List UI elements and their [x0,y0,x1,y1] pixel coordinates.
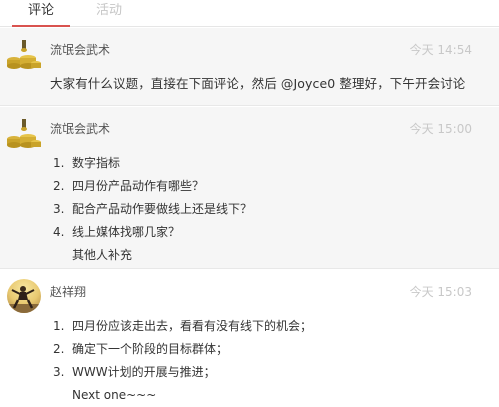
comment-item: 赵祥翔 今天 15:03 1. 四月份应该走出去，看看有没有线下的机会； 2. 确定… [0,270,499,407]
list-number: 1. [53,319,65,333]
list-number: 4. [53,225,65,239]
comment-item: 流氓会武术 今天 14:54 大家有什么议题，直接在下面评论，然后 @Joyce… [0,28,499,106]
comment-item: 流氓会武术 今天 15:00 1. 数字指标 2. 四月份产品动作有哪些？ 3. 配合… [0,107,499,269]
comment-time: 今天 15:00 [409,122,472,136]
list-item-text: WWW计划的开展与推进； [72,365,216,379]
list-number: 3. [53,202,65,216]
list-item-text: 确定下一个阶段的目标群体； [72,342,229,356]
list-item-text: 线上媒体找哪几家？ [72,225,181,239]
list-number: 2. [53,342,65,356]
list-item: 3. 配合产品动作要做线上还是线下？ [53,198,252,221]
list-item: 1. 四月份应该走出去，看看有没有线下的机会； [53,315,312,338]
avatar[interactable] [6,115,42,151]
comment-list: 1. 数字指标 2. 四月份产品动作有哪些？ 3. 配合产品动作要做线上还是线下？ 4… [53,152,252,267]
list-item-text: 四月份产品动作有哪些？ [72,179,205,193]
tab-bar: 评论 活动 [0,0,499,27]
list-item: 2. 确定下一个阶段的目标群体； [53,338,312,361]
list-item-text: 配合产品动作要做线上还是线下？ [72,202,253,216]
list-item-text: 四月份应该走出去，看看有没有线下的机会； [72,319,313,333]
avatar[interactable] [6,278,42,314]
list-number: 2. [53,179,65,193]
comment-author[interactable]: 流氓会武术 [50,120,110,137]
comment-list: 1. 四月份应该走出去，看看有没有线下的机会； 2. 确定下一个阶段的目标群体； 3… [53,315,312,407]
comment-text: 大家有什么议题，直接在下面评论，然后 @Joyce0 整理好，下午开会讨论 [50,76,466,91]
avatar[interactable] [6,36,42,72]
comment-extra-text: 其他人补充 [72,248,133,262]
list-item-text: 数字指标 [72,156,121,170]
comment-time: 今天 15:03 [409,285,472,299]
comment-author[interactable]: 赵祥翔 [50,283,86,300]
list-item: 1. 数字指标 [53,152,252,175]
list-item: 3. WWW计划的开展与推进； [53,361,312,384]
comment-author[interactable]: 流氓会武术 [50,41,110,58]
list-item: 2. 四月份产品动作有哪些？ [53,175,252,198]
comment-extra-text: Next one~~~ [72,388,157,402]
list-item: 4. 线上媒体找哪几家？ [53,221,252,244]
list-number: 1. [53,156,65,170]
tab-comments[interactable]: 评论 [12,0,70,27]
comment-time: 今天 14:54 [409,43,472,57]
list-number: 3. [53,365,65,379]
tab-activity[interactable]: 活动 [80,0,138,27]
